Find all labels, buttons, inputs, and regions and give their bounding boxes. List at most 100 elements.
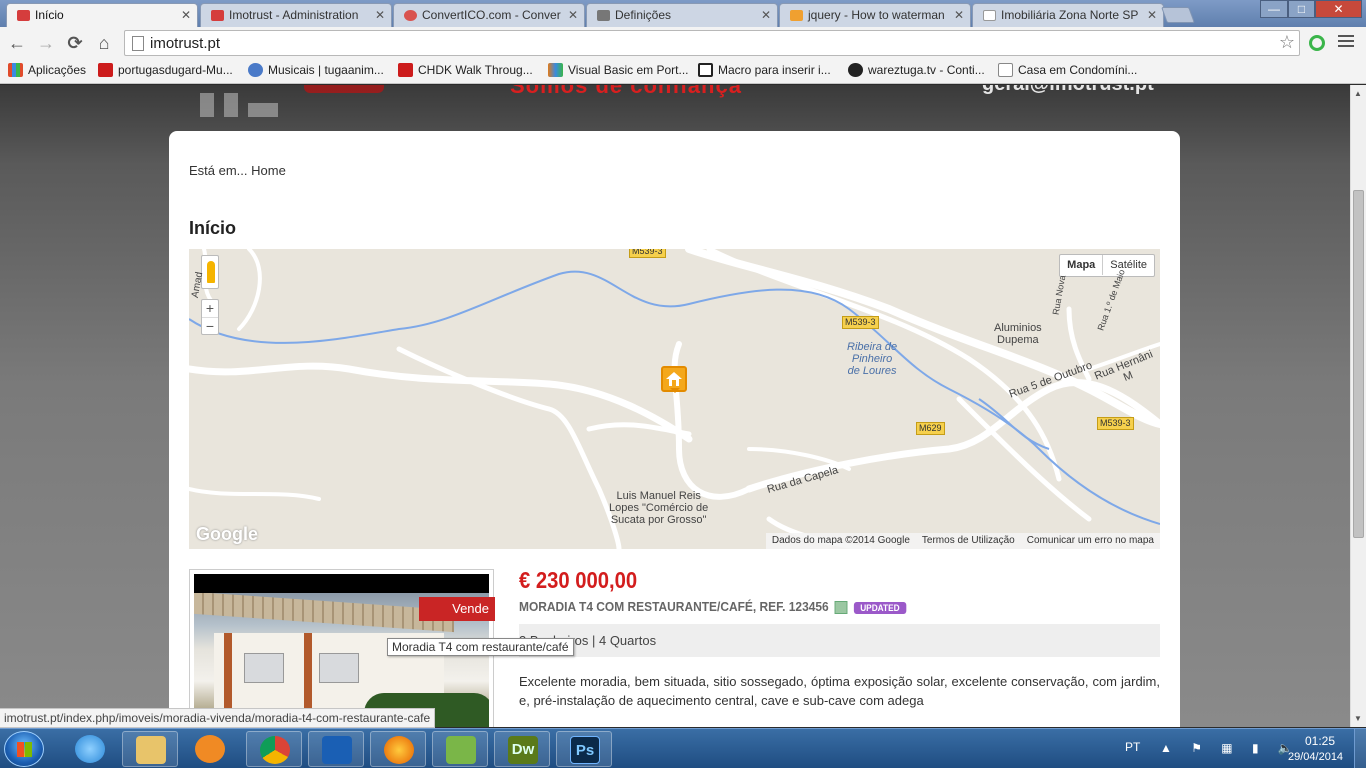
forward-button[interactable]: →	[35, 32, 57, 54]
map-zoom-control: + −	[201, 299, 219, 335]
map-terms-link[interactable]: Termos de Utilização	[916, 533, 1021, 548]
windows-taskbar: Dw Ps PT ▲ ⚑ ▦ ▮ 🔈 01:25 29/04/2014	[0, 728, 1366, 768]
google-logo[interactable]: Google	[196, 524, 258, 545]
page-icon	[998, 63, 1013, 77]
internet-explorer-icon	[75, 735, 105, 763]
bookmark-item[interactable]: Macro para inserir i...	[698, 63, 831, 77]
scrollbar-thumb[interactable]	[1353, 190, 1364, 538]
taskbar-internet-explorer[interactable]	[62, 731, 118, 767]
system-tray: PT ▲ ⚑ ▦ ▮ 🔈 01:25 29/04/2014	[1120, 729, 1366, 768]
page-scrollbar[interactable]: ▲ ▼	[1350, 85, 1366, 727]
bookmark-label: Macro para inserir i...	[718, 63, 831, 77]
scroll-down-arrow-icon[interactable]: ▼	[1354, 714, 1362, 723]
bookmark-item[interactable]: wareztuga.tv - Conti...	[848, 63, 985, 77]
bookmark-star-icon[interactable]: ☆	[1279, 32, 1295, 53]
map-label-river: Ribeira de Pinheiro de Loures	[847, 341, 898, 377]
bookmark-apps[interactable]: Aplicações	[8, 63, 86, 77]
address-bar[interactable]: imotrust.pt ☆	[124, 30, 1300, 56]
bookmark-item[interactable]: CHDK Walk Throug...	[398, 63, 533, 77]
status-bar-url: imotrust.pt/index.php/imoveis/moradia-vi…	[0, 708, 436, 728]
clock-date[interactable]: 29/04/2014	[1288, 751, 1343, 763]
site-favicon-icon	[548, 63, 563, 77]
firefox-icon	[384, 736, 414, 764]
taskbar-file-explorer[interactable]	[122, 731, 178, 767]
home-button[interactable]: ⌂	[93, 32, 115, 54]
start-button[interactable]	[4, 731, 44, 767]
taskbar-media-player[interactable]	[182, 731, 238, 767]
map-report-error-link[interactable]: Comunicar um erro no mapa	[1021, 533, 1160, 548]
language-indicator[interactable]: PT	[1125, 740, 1140, 754]
map-type-satellite-button[interactable]: Satélite	[1103, 255, 1154, 275]
zoom-in-button[interactable]: +	[202, 300, 218, 317]
taskbar-photoshop[interactable]: Ps	[556, 731, 612, 767]
property-title-text[interactable]: MORADIA T4 COM RESTAURANTE/CAFÉ, REF. 12…	[519, 599, 829, 614]
breadcrumb-prefix: Está em...	[189, 163, 248, 178]
outlook-icon	[322, 736, 352, 764]
close-window-button[interactable]: ✕	[1315, 0, 1362, 18]
media-player-icon	[195, 735, 225, 763]
bookmark-item[interactable]: Casa em Condomíni...	[998, 63, 1137, 77]
property-description: Excelente moradia, bem situada, sitio so…	[519, 674, 1160, 708]
road-number-badge: M539-3	[1097, 417, 1134, 430]
minimize-button[interactable]: —	[1260, 0, 1288, 18]
site-favicon-icon	[404, 10, 417, 21]
taskbar-dreamweaver[interactable]: Dw	[494, 731, 550, 767]
road-number-badge: M539-3	[629, 249, 666, 258]
taskbar-firefox[interactable]	[370, 731, 426, 767]
chrome-icon	[260, 736, 290, 764]
map-data-credit: Dados do mapa ©2014 Google	[771, 535, 910, 546]
bookmark-item[interactable]: portugasdugard-Mu...	[98, 63, 233, 77]
taskbar-outlook[interactable]	[308, 731, 364, 767]
site-favicon-icon	[17, 10, 30, 21]
taskbar-chrome[interactable]	[246, 731, 302, 767]
tab-inicio[interactable]: Início ✕	[6, 3, 198, 27]
tab-close-icon[interactable]: ✕	[954, 8, 964, 22]
header-slogan: Somos de confiança	[510, 85, 742, 98]
tab-imobiliaria[interactable]: Imobiliária Zona Norte SP ✕	[972, 3, 1164, 27]
zoom-out-button[interactable]: −	[202, 317, 218, 334]
bookmarks-bar: Aplicações portugasdugard-Mu... Musicais…	[0, 59, 1366, 84]
sale-ribbon: Vende	[419, 597, 495, 621]
tab-label: Início	[35, 8, 64, 22]
header-email[interactable]: geral@imotrust.pt	[982, 85, 1154, 96]
site-favicon-icon	[248, 63, 263, 77]
tray-icons[interactable]: ▲ ⚑ ▦ ▮ 🔈	[1160, 741, 1301, 755]
clock-time[interactable]: 01:25	[1298, 734, 1342, 748]
scroll-up-arrow-icon[interactable]: ▲	[1354, 89, 1362, 98]
apps-grid-icon	[8, 63, 23, 77]
new-tab-button[interactable]	[1161, 7, 1195, 23]
youtube-icon	[98, 63, 113, 77]
map-type-control: Mapa Satélite	[1059, 254, 1155, 277]
tab-imotrust-admin[interactable]: Imotrust - Administration ✕	[200, 3, 392, 27]
site-logo[interactable]	[200, 85, 400, 125]
property-title[interactable]: MORADIA T4 COM RESTAURANTE/CAFÉ, REF. 12…	[519, 599, 907, 615]
taskbar-corel[interactable]	[432, 731, 488, 767]
map-label-poi: Luis Manuel Reis Lopes "Comércio de Suca…	[609, 490, 709, 526]
show-desktop-button[interactable]	[1354, 729, 1366, 768]
breadcrumb-home-link[interactable]: Home	[251, 163, 286, 178]
maximize-button[interactable]: □	[1288, 0, 1315, 18]
bookmark-item[interactable]: Musicais | tugaanim...	[248, 63, 384, 77]
chrome-menu-icon[interactable]	[1338, 35, 1354, 49]
tab-close-icon[interactable]: ✕	[181, 8, 191, 22]
tab-converticon[interactable]: ConvertICO.com - Conver ✕	[393, 3, 585, 27]
page-icon	[132, 36, 144, 51]
tab-jquery[interactable]: jquery - How to waterman ✕	[779, 3, 971, 27]
reload-button[interactable]: ⟳	[64, 32, 86, 54]
map-type-map-button[interactable]: Mapa	[1060, 255, 1104, 275]
youtube-icon	[398, 63, 413, 77]
map-pin-icon[interactable]	[834, 601, 848, 615]
road-number-badge: M629	[916, 422, 945, 435]
property-marker-home-icon[interactable]	[661, 366, 687, 393]
tab-close-icon[interactable]: ✕	[1147, 8, 1157, 22]
property-price: € 230 000,00	[519, 567, 638, 593]
site-favicon-icon	[848, 63, 863, 77]
tab-definicoes[interactable]: Definições ✕	[586, 3, 778, 27]
extension-icon[interactable]	[1309, 35, 1325, 51]
tab-close-icon[interactable]: ✕	[375, 8, 385, 22]
tab-close-icon[interactable]: ✕	[568, 8, 578, 22]
tab-close-icon[interactable]: ✕	[761, 8, 771, 22]
google-map[interactable]: + − Mapa Satélite M539-3 M539-3 M539-3 M…	[189, 249, 1160, 549]
bookmark-item[interactable]: Visual Basic em Port...	[548, 63, 689, 77]
back-button[interactable]: ←	[6, 32, 28, 54]
